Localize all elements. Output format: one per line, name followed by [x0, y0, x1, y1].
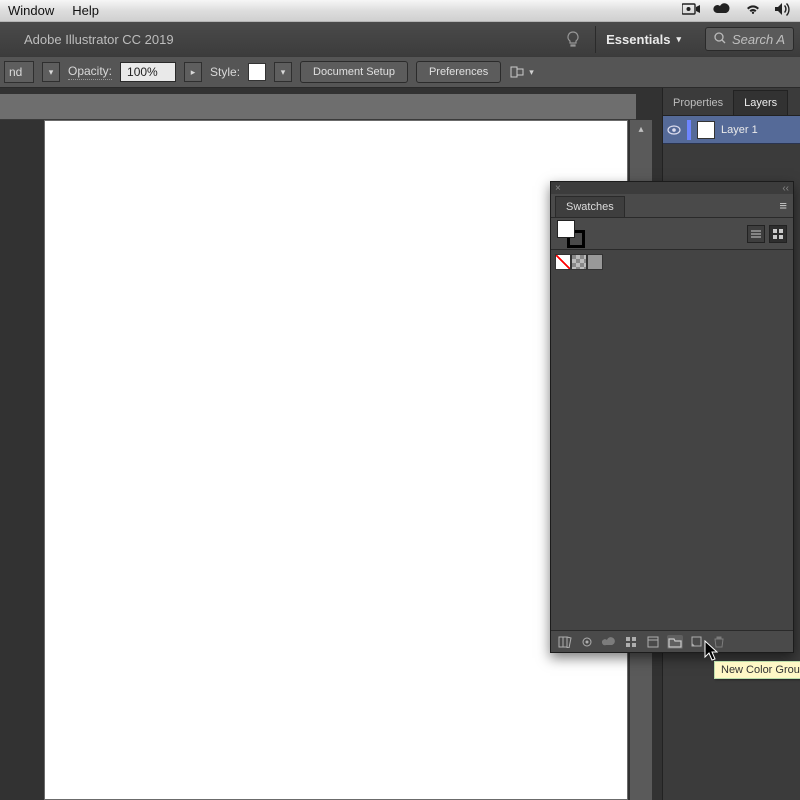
app-title: Adobe Illustrator CC 2019 — [24, 32, 174, 47]
learn-icon[interactable] — [565, 31, 581, 47]
swatch-options-icon[interactable] — [645, 635, 661, 649]
show-swatch-kinds-icon[interactable] — [623, 635, 639, 649]
delete-swatch-icon — [711, 635, 727, 649]
library-menu-icon[interactable] — [579, 635, 595, 649]
search-placeholder: Search A — [732, 32, 785, 47]
swatches-footer — [551, 630, 793, 652]
layer-color-strip — [687, 120, 691, 140]
blend-mode-select[interactable]: nd — [4, 61, 34, 83]
align-button[interactable]: ▾ — [509, 65, 534, 79]
swatch-item[interactable] — [587, 254, 603, 270]
swatches-grid[interactable] — [551, 250, 793, 630]
search-icon — [714, 32, 726, 47]
thumbnail-view-button[interactable] — [769, 225, 787, 243]
swatch-none[interactable] — [555, 254, 571, 270]
fill-stroke-indicator[interactable] — [557, 220, 585, 248]
swatches-titlebar[interactable]: × ‹‹ — [551, 182, 793, 194]
style-label: Style: — [210, 65, 240, 79]
control-bar: nd ▾ Opacity: 100% ▸ Style: ▾ Document S… — [0, 56, 800, 88]
close-icon[interactable]: × — [555, 183, 561, 194]
swatches-panel: × ‹‹ Swatches ≡ — [550, 181, 794, 653]
creative-cloud-icon[interactable] — [712, 2, 732, 19]
swatch-registration[interactable] — [571, 254, 587, 270]
tooltip: New Color Group — [714, 661, 800, 679]
opacity-input[interactable]: 100% — [120, 62, 176, 82]
layer-thumbnail — [697, 121, 715, 139]
tab-swatches[interactable]: Swatches — [555, 196, 625, 217]
document-tab-strip — [0, 94, 636, 120]
layer-row[interactable]: Layer 1 — [663, 116, 800, 144]
scroll-up-icon[interactable]: ▴ — [630, 120, 652, 138]
list-view-button[interactable] — [747, 225, 765, 243]
add-to-library-icon[interactable] — [601, 635, 617, 649]
menu-window[interactable]: Window — [8, 3, 54, 18]
panel-tabs: Properties Layers — [663, 88, 800, 116]
menu-help[interactable]: Help — [72, 3, 99, 18]
fill-swatch[interactable] — [557, 220, 575, 238]
app-header: Adobe Illustrator CC 2019 Essentials ▾ S… — [0, 22, 800, 56]
blend-dropdown-arrow[interactable]: ▾ — [42, 62, 60, 82]
new-swatch-icon[interactable] — [689, 635, 705, 649]
tab-layers[interactable]: Layers — [733, 90, 788, 115]
volume-icon[interactable] — [774, 2, 792, 19]
visibility-icon[interactable] — [667, 123, 681, 137]
search-box[interactable]: Search A — [705, 27, 794, 51]
document-setup-button[interactable]: Document Setup — [300, 61, 408, 83]
chevron-down-icon: ▾ — [676, 34, 681, 45]
opacity-dropdown-arrow[interactable]: ▸ — [184, 62, 202, 82]
graphic-style-swatch[interactable] — [248, 63, 266, 81]
opacity-label[interactable]: Opacity: — [68, 64, 112, 80]
tab-properties[interactable]: Properties — [663, 91, 733, 115]
wifi-icon[interactable] — [744, 2, 762, 19]
panel-menu-icon[interactable]: ≡ — [779, 198, 787, 213]
new-color-group-icon[interactable] — [667, 635, 683, 649]
swatch-library-menu-icon[interactable] — [557, 635, 573, 649]
workspace-switcher[interactable]: Essentials ▾ — [595, 26, 691, 53]
macos-menubar: Window Help — [0, 0, 800, 22]
screen-record-icon[interactable] — [682, 3, 700, 18]
artboard-canvas[interactable] — [44, 120, 628, 800]
style-dropdown-arrow[interactable]: ▾ — [274, 62, 292, 82]
collapse-icon[interactable]: ‹‹ — [782, 183, 789, 194]
preferences-button[interactable]: Preferences — [416, 61, 501, 83]
layer-name[interactable]: Layer 1 — [721, 124, 758, 136]
menubar-status-icons — [682, 2, 792, 19]
